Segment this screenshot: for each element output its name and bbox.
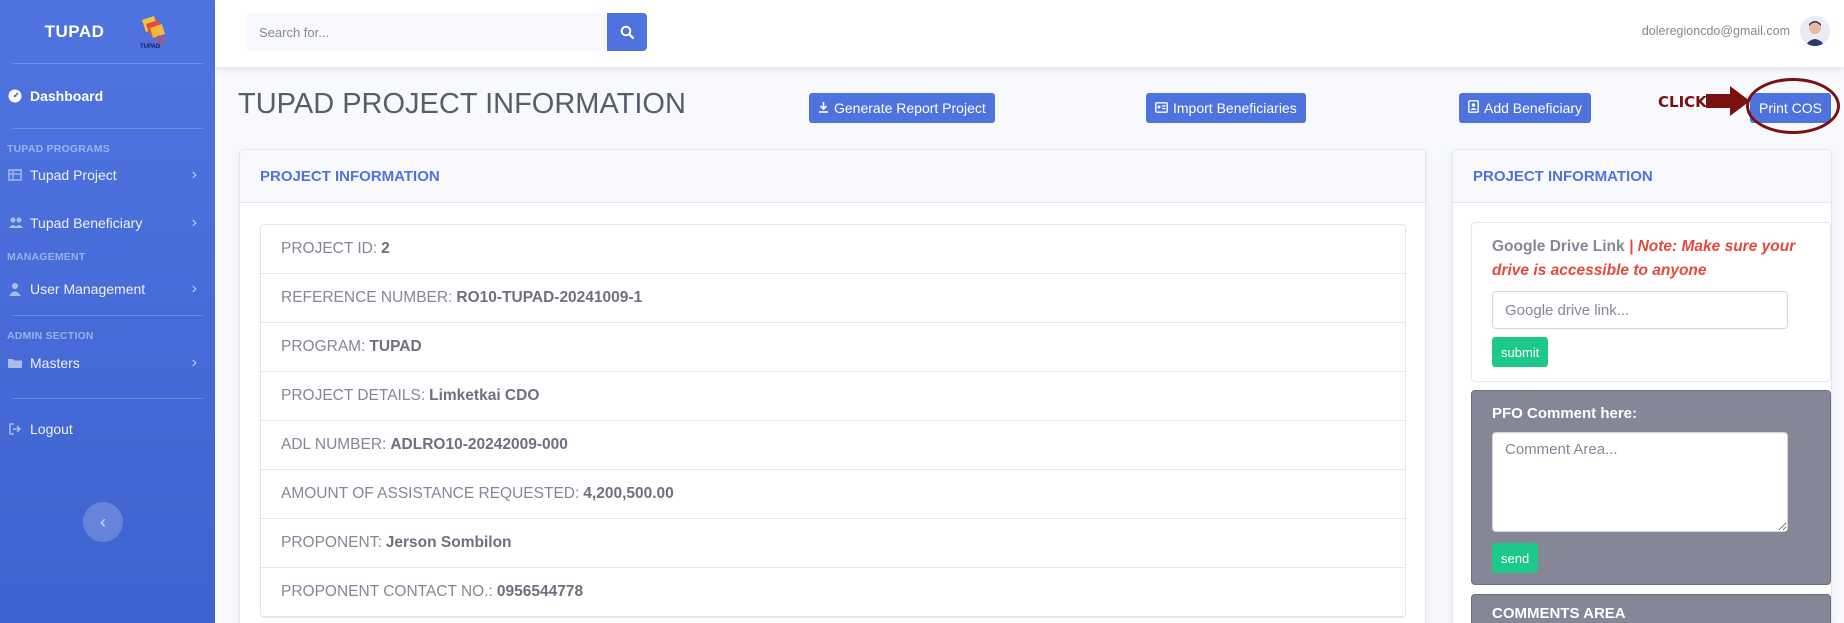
row-value: Jerson Sombilon bbox=[385, 534, 512, 551]
avatar bbox=[1800, 16, 1830, 46]
row-value: 0956544778 bbox=[496, 583, 584, 600]
row-value: 4,200,500.00 bbox=[583, 485, 674, 502]
sidebar-toggle-button[interactable]: ‹ bbox=[83, 502, 123, 542]
user-icon bbox=[8, 282, 22, 296]
button-label: Add Beneficiary bbox=[1484, 100, 1583, 116]
list-item: PROJECT ID: 2 bbox=[261, 225, 1405, 274]
sidebar-item-label: Masters bbox=[30, 355, 80, 371]
row-label: AMOUNT OF ASSISTANCE REQUESTED: bbox=[281, 485, 580, 502]
users-icon bbox=[8, 216, 23, 230]
address-book-icon bbox=[1468, 100, 1479, 116]
annotation-click-label: CLICK bbox=[1658, 93, 1707, 111]
card-title: PROJECT INFORMATION bbox=[1453, 150, 1831, 203]
download-icon bbox=[818, 100, 829, 116]
search-input[interactable] bbox=[247, 13, 607, 51]
page-title: TUPAD PROJECT INFORMATION bbox=[238, 88, 686, 120]
sidebar-item-logout[interactable]: Logout bbox=[0, 399, 215, 459]
topbar: doleregioncdo@gmail.com bbox=[215, 0, 1844, 67]
list-item: PROPONENT: Jerson Sombilon bbox=[261, 519, 1405, 568]
sidebar-item-label: Logout bbox=[30, 421, 73, 437]
sidebar-item-label: Tupad Project bbox=[30, 167, 117, 183]
table-icon bbox=[8, 168, 22, 182]
row-label: PROPONENT: bbox=[281, 534, 382, 551]
logo-wordmark: TUPAD bbox=[140, 44, 161, 50]
pfo-comment-section: PFO Comment here: send bbox=[1471, 390, 1831, 585]
card-title: PROJECT INFORMATION bbox=[240, 150, 1425, 203]
row-label: PROJECT DETAILS: bbox=[281, 387, 426, 404]
tupad-logo: TUPAD bbox=[134, 14, 170, 50]
folder-icon bbox=[8, 356, 22, 370]
list-item: PROPONENT CONTACT NO.: 0956544778 bbox=[261, 568, 1405, 617]
list-item: PROJECT DETAILS: Limketkai CDO bbox=[261, 372, 1405, 421]
comments-area-title: COMMENTS AREA bbox=[1492, 605, 1626, 622]
search-icon bbox=[620, 25, 634, 39]
id-card-icon bbox=[1155, 100, 1168, 116]
chevron-right-icon: › bbox=[191, 214, 197, 231]
sidebar-item-label: Tupad Beneficiary bbox=[30, 215, 143, 231]
sidebar-item-user-management[interactable]: User Management › bbox=[0, 263, 215, 315]
brand-name: TUPAD bbox=[44, 21, 105, 41]
row-label: PROPONENT CONTACT NO.: bbox=[281, 583, 493, 600]
pfo-comment-title: PFO Comment here: bbox=[1492, 405, 1638, 422]
sidebar-item-tupad-beneficiary[interactable]: Tupad Beneficiary › bbox=[0, 195, 215, 251]
sidebar-heading-programs: TUPAD PROGRAMS bbox=[7, 143, 110, 155]
sidebar-item-label: Dashboard bbox=[30, 88, 104, 104]
annotation-arrow-icon bbox=[1706, 86, 1750, 121]
dashboard-icon bbox=[8, 89, 22, 103]
send-button[interactable]: send bbox=[1492, 543, 1539, 573]
list-item: ADL NUMBER: ADLRO10-20242009-000 bbox=[261, 421, 1405, 470]
row-value: RO10-TUPAD-20241009-1 bbox=[456, 289, 643, 306]
search-button[interactable] bbox=[607, 13, 647, 51]
row-label: PROGRAM: bbox=[281, 338, 366, 355]
sidebar-divider bbox=[12, 315, 203, 316]
google-drive-label: Google Drive Link bbox=[1492, 238, 1625, 255]
sidebar-brand[interactable]: TUPAD TUPAD bbox=[0, 0, 215, 63]
chevron-right-icon: › bbox=[191, 354, 197, 371]
side-project-information-card: PROJECT INFORMATION Google Drive Link | … bbox=[1452, 149, 1832, 623]
sidebar: TUPAD TUPAD Dashboard TUPAD PROGRAMS Tup… bbox=[0, 0, 215, 623]
sign-out-icon bbox=[8, 422, 22, 436]
list-item: PROGRAM: TUPAD bbox=[261, 323, 1405, 372]
generate-report-button[interactable]: Generate Report Project bbox=[809, 93, 995, 123]
comments-area-section: COMMENTS AREA bbox=[1471, 594, 1831, 623]
submit-button[interactable]: submit bbox=[1492, 337, 1549, 367]
list-item: AMOUNT OF ASSISTANCE REQUESTED: 4,200,500… bbox=[261, 470, 1405, 519]
chevron-left-icon: ‹ bbox=[100, 511, 106, 532]
user-menu[interactable]: doleregioncdo@gmail.com bbox=[1642, 16, 1830, 46]
row-value: ADLRO10-20242009-000 bbox=[390, 436, 568, 453]
google-drive-title: Google Drive Link | Note: Make sure your… bbox=[1492, 235, 1810, 283]
list-item: REFERENCE NUMBER: RO10-TUPAD-20241009-1 bbox=[261, 274, 1405, 323]
project-information-card: PROJECT INFORMATION PROJECT ID: 2 REFEREN… bbox=[239, 149, 1426, 623]
row-label: REFERENCE NUMBER: bbox=[281, 289, 453, 306]
sidebar-heading-management: MANAGEMENT bbox=[7, 251, 86, 263]
chevron-right-icon: › bbox=[191, 166, 197, 183]
project-info-list: PROJECT ID: 2 REFERENCE NUMBER: RO10-TUPAD… bbox=[260, 224, 1406, 618]
sidebar-divider bbox=[12, 128, 203, 129]
search-group bbox=[247, 13, 647, 51]
user-email: doleregioncdo@gmail.com bbox=[1641, 24, 1790, 38]
google-drive-section: Google Drive Link | Note: Make sure your… bbox=[1471, 222, 1831, 382]
sidebar-item-label: User Management bbox=[30, 281, 146, 297]
sidebar-item-masters[interactable]: Masters › bbox=[0, 342, 215, 384]
button-label: Generate Report Project bbox=[834, 100, 986, 116]
annotation-circle bbox=[1746, 78, 1840, 134]
row-value: Limketkai CDO bbox=[429, 387, 540, 404]
comment-textarea[interactable] bbox=[1492, 432, 1788, 532]
row-value: 2 bbox=[381, 240, 390, 257]
add-beneficiary-button[interactable]: Add Beneficiary bbox=[1459, 93, 1592, 123]
button-label: Import Beneficiaries bbox=[1173, 100, 1297, 116]
row-label: PROJECT ID: bbox=[281, 240, 378, 257]
import-beneficiaries-button[interactable]: Import Beneficiaries bbox=[1146, 93, 1306, 123]
chevron-right-icon: › bbox=[191, 280, 197, 297]
google-drive-input[interactable] bbox=[1492, 291, 1788, 329]
sidebar-heading-admin: ADMIN SECTION bbox=[7, 330, 94, 342]
row-label: ADL NUMBER: bbox=[281, 436, 387, 453]
sidebar-item-tupad-project[interactable]: Tupad Project › bbox=[0, 155, 215, 195]
row-value: TUPAD bbox=[369, 338, 422, 355]
sidebar-item-dashboard[interactable]: Dashboard bbox=[0, 64, 215, 128]
